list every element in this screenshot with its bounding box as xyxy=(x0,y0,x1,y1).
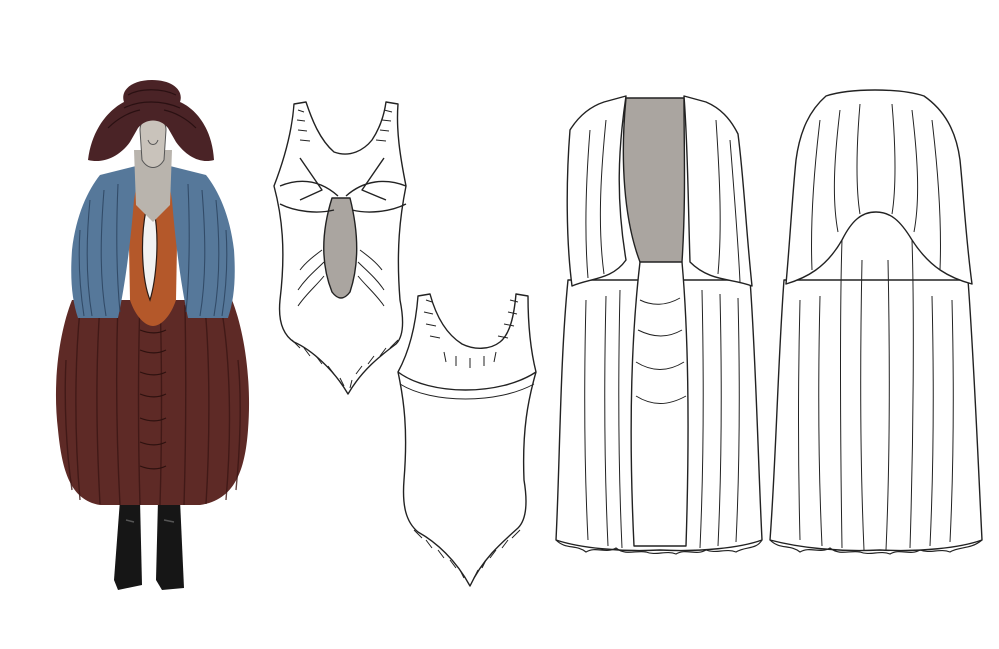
model-illustration xyxy=(55,80,250,590)
skirt xyxy=(55,300,250,505)
design-sheet xyxy=(0,0,999,649)
bodysuit-front xyxy=(273,101,407,395)
cape-back xyxy=(769,89,983,555)
sheet-drawing xyxy=(55,80,983,590)
boots xyxy=(114,500,184,590)
cape-front xyxy=(555,95,763,555)
bodysuit-back xyxy=(397,293,537,587)
